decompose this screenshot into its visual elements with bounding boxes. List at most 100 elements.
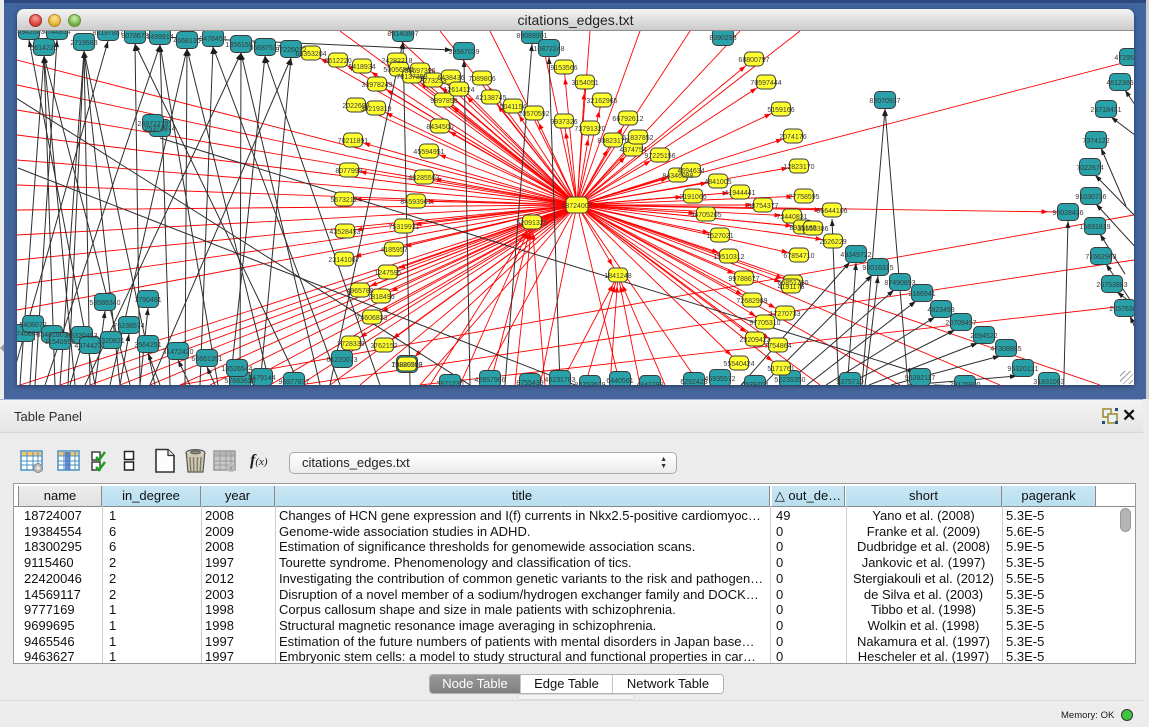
svg-text:36697396: 36697396 bbox=[404, 68, 435, 75]
svg-text:5408072: 5408072 bbox=[19, 322, 46, 329]
svg-text:84593961: 84593961 bbox=[400, 199, 431, 206]
svg-text:88461803: 88461803 bbox=[36, 332, 67, 339]
svg-text:41944441: 41944441 bbox=[724, 190, 755, 197]
svg-text:2694522: 2694522 bbox=[970, 333, 997, 340]
svg-text:15831819: 15831819 bbox=[1079, 224, 1110, 231]
svg-text:6440561: 6440561 bbox=[606, 378, 633, 385]
svg-text:5171761: 5171761 bbox=[767, 366, 794, 373]
svg-text:4612365: 4612365 bbox=[1106, 80, 1133, 87]
svg-text:24282218: 24282218 bbox=[381, 58, 412, 65]
svg-text:4185957: 4185957 bbox=[380, 247, 407, 254]
svg-text:91030736: 91030736 bbox=[1075, 194, 1106, 201]
svg-text:96028436: 96028436 bbox=[1052, 210, 1083, 217]
svg-text:42138745: 42138745 bbox=[475, 95, 506, 102]
svg-text:11540956: 11540956 bbox=[45, 339, 76, 346]
svg-text:8090293: 8090293 bbox=[709, 35, 736, 42]
svg-text:3154051: 3154051 bbox=[571, 80, 598, 87]
svg-text:23141087: 23141087 bbox=[328, 257, 359, 264]
svg-text:12823170: 12823170 bbox=[783, 164, 814, 171]
svg-text:10289289: 10289289 bbox=[391, 362, 422, 369]
svg-text:73791320: 73791320 bbox=[574, 126, 605, 133]
svg-text:48285503: 48285503 bbox=[408, 175, 439, 182]
svg-text:2191066: 2191066 bbox=[679, 194, 706, 201]
svg-text:9897858: 9897858 bbox=[430, 98, 457, 105]
svg-text:12614124: 12614124 bbox=[443, 87, 474, 94]
svg-text:7374122: 7374122 bbox=[1082, 138, 1109, 145]
svg-text:52091325: 52091325 bbox=[516, 220, 547, 227]
svg-text:75319931: 75319931 bbox=[388, 224, 419, 231]
svg-text:23718431: 23718431 bbox=[1090, 107, 1121, 114]
svg-text:3564251: 3564251 bbox=[134, 342, 161, 349]
svg-text:1527021: 1527021 bbox=[706, 233, 733, 240]
svg-text:2074176: 2074176 bbox=[779, 134, 806, 141]
svg-text:1499914: 1499914 bbox=[146, 34, 173, 41]
svg-text:51837852: 51837852 bbox=[622, 135, 653, 142]
svg-text:8434500: 8434500 bbox=[426, 124, 453, 131]
svg-text:38754377: 38754377 bbox=[747, 203, 778, 210]
svg-text:70597444: 70597444 bbox=[750, 80, 781, 87]
svg-text:17270733: 17270733 bbox=[769, 311, 800, 318]
svg-text:66661351: 66661351 bbox=[191, 356, 222, 363]
svg-text:9153566: 9153566 bbox=[550, 65, 577, 72]
svg-text:43528453: 43528453 bbox=[329, 229, 360, 236]
svg-text:52235350: 52235350 bbox=[774, 377, 805, 384]
svg-text:6438436: 6438436 bbox=[437, 75, 464, 82]
svg-text:5673212: 5673212 bbox=[330, 197, 357, 204]
svg-text:89089901: 89089901 bbox=[516, 33, 547, 40]
svg-text:45935572: 45935572 bbox=[704, 376, 735, 383]
svg-text:49349722: 49349722 bbox=[840, 252, 871, 259]
svg-text:9375710: 9375710 bbox=[836, 379, 863, 385]
svg-text:86644106: 86644106 bbox=[816, 208, 847, 215]
svg-text:61220073: 61220073 bbox=[326, 357, 357, 364]
svg-text:47308985: 47308985 bbox=[990, 346, 1021, 353]
svg-text:5418934: 5418934 bbox=[348, 64, 375, 71]
svg-text:74606833: 74606833 bbox=[356, 315, 387, 322]
svg-text:24972279: 24972279 bbox=[137, 121, 168, 128]
svg-text:47295260: 47295260 bbox=[1114, 55, 1134, 62]
svg-text:4823498: 4823498 bbox=[927, 307, 954, 314]
svg-text:29175900: 29175900 bbox=[949, 382, 980, 385]
svg-text:93016315: 93016315 bbox=[862, 265, 893, 272]
svg-text:76238574: 76238574 bbox=[113, 323, 144, 330]
svg-text:72682989: 72682989 bbox=[736, 298, 767, 305]
svg-text:46231783: 46231783 bbox=[544, 377, 575, 384]
svg-text:99788677: 99788677 bbox=[728, 276, 759, 283]
svg-text:8755439: 8755439 bbox=[516, 380, 543, 385]
svg-text:7089806: 7089806 bbox=[468, 76, 495, 83]
svg-text:67854710: 67854710 bbox=[783, 253, 814, 260]
svg-text:2719583: 2719583 bbox=[70, 40, 97, 47]
svg-text:83197857: 83197857 bbox=[92, 31, 123, 37]
svg-text:2626229: 2626229 bbox=[819, 239, 846, 246]
svg-text:5614226: 5614226 bbox=[30, 45, 57, 52]
svg-text:96282117: 96282117 bbox=[905, 375, 936, 382]
svg-text:9478454: 9478454 bbox=[199, 36, 226, 43]
svg-text:43744231: 43744231 bbox=[74, 343, 105, 350]
svg-text:7728339: 7728339 bbox=[337, 341, 364, 348]
svg-text:20709497: 20709497 bbox=[945, 320, 976, 327]
svg-text:3871230: 3871230 bbox=[436, 381, 463, 385]
svg-text:20576383: 20576383 bbox=[1109, 306, 1134, 313]
svg-text:82070937: 82070937 bbox=[869, 98, 900, 105]
svg-text:5479144: 5479144 bbox=[248, 375, 275, 382]
svg-text:55540424: 55540424 bbox=[723, 361, 754, 368]
svg-text:83140807: 83140807 bbox=[387, 31, 418, 38]
svg-text:19510312: 19510312 bbox=[713, 254, 744, 261]
svg-text:97705310: 97705310 bbox=[749, 320, 780, 327]
svg-text:4841005: 4841005 bbox=[704, 179, 731, 186]
svg-text:4539704: 4539704 bbox=[741, 382, 768, 385]
svg-text:5041154: 5041154 bbox=[500, 104, 527, 111]
svg-text:4694634: 4694634 bbox=[677, 168, 704, 175]
svg-text:42857966: 42857966 bbox=[474, 377, 505, 384]
svg-text:5159166: 5159166 bbox=[767, 107, 794, 114]
svg-text:70211891: 70211891 bbox=[338, 138, 369, 145]
svg-text:18724007: 18724007 bbox=[561, 203, 592, 210]
svg-text:1790481: 1790481 bbox=[134, 297, 161, 304]
svg-text:32162965: 32162965 bbox=[586, 98, 617, 105]
svg-text:31472420: 31472420 bbox=[162, 349, 193, 356]
svg-text:31831063: 31831063 bbox=[1033, 379, 1064, 385]
svg-text:7754864: 7754864 bbox=[764, 343, 791, 350]
svg-text:20570592: 20570592 bbox=[518, 111, 549, 118]
svg-text:4744854: 4744854 bbox=[43, 31, 70, 36]
svg-text:68800797: 68800797 bbox=[738, 57, 769, 64]
svg-text:84752529: 84752529 bbox=[574, 382, 605, 385]
